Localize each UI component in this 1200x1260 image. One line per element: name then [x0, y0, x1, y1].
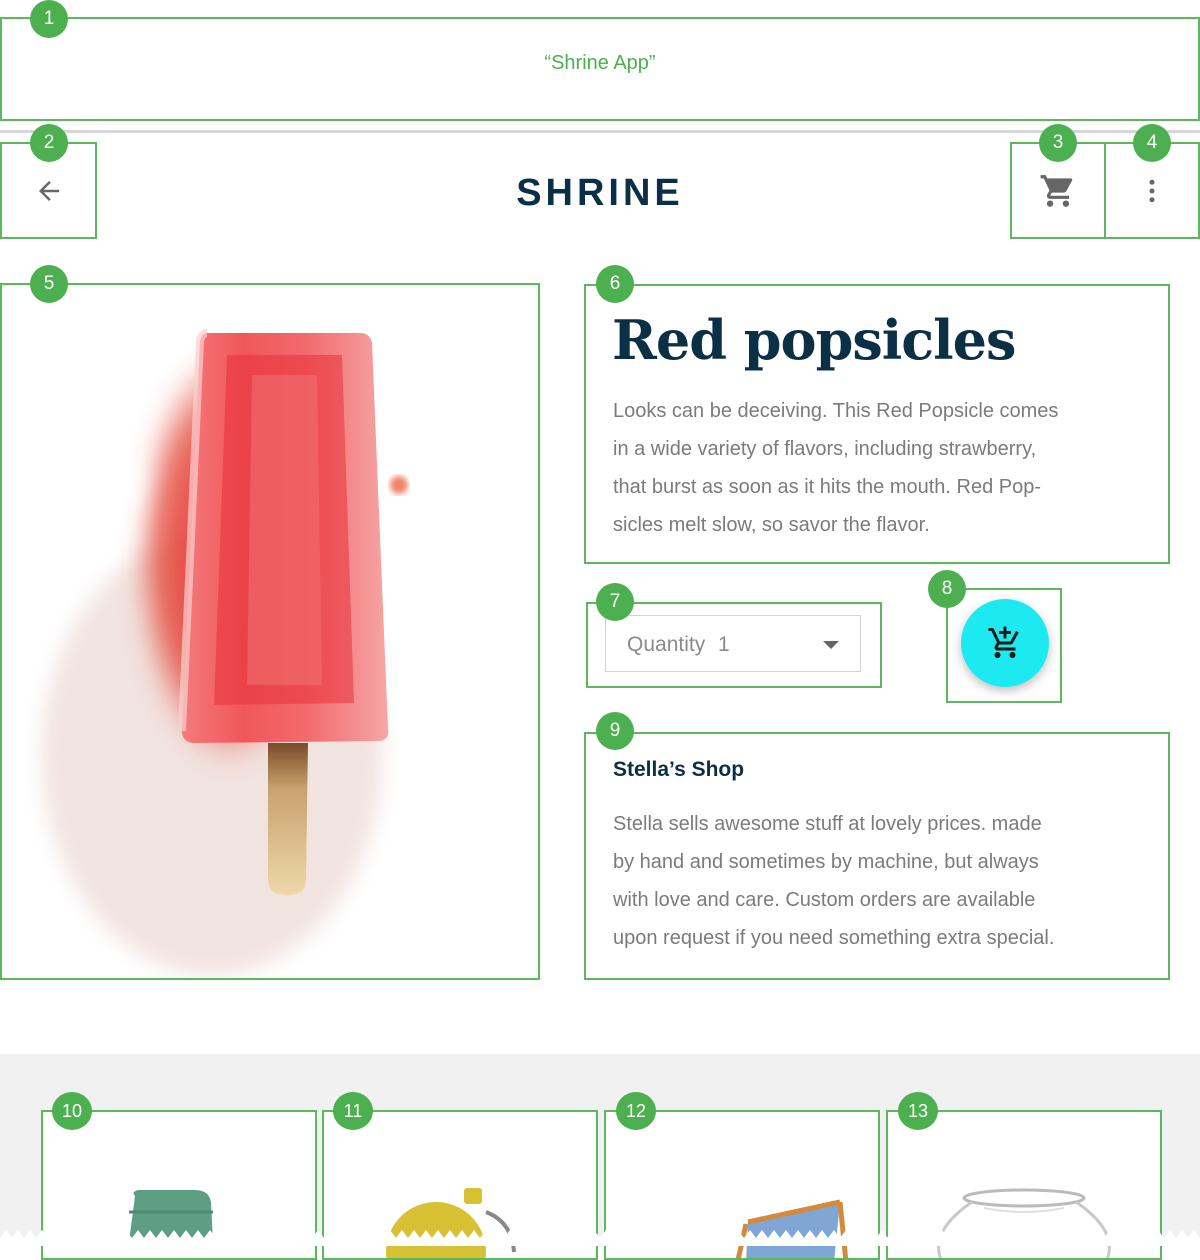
shop-description-line: with love and care. Custom orders are av… — [613, 889, 1036, 911]
product-description-line: sicles melt slow, so savor the flavor. — [613, 514, 930, 536]
annotation-badge-7: 7 — [596, 583, 634, 621]
annotation-badge-10: 10 — [52, 1092, 92, 1130]
annotation-badge-3: 3 — [1039, 124, 1077, 162]
torn-edge-decoration — [0, 1230, 1200, 1246]
popsicle-image — [2, 285, 538, 978]
product-title: Red popsicles — [612, 308, 1016, 372]
add-to-cart-button[interactable] — [961, 599, 1049, 687]
annotation-badge-1: 1 — [30, 0, 68, 38]
shopping-cart-icon — [1040, 174, 1073, 207]
annotation-badge-13: 13 — [898, 1092, 938, 1130]
annotation-badge-9: 9 — [596, 712, 634, 750]
shop-description-line: by hand and sometimes by machine, but al… — [613, 851, 1039, 873]
shop-name: Stella’s Shop — [613, 758, 745, 781]
annotation-badge-2: 2 — [30, 124, 68, 162]
annotation-badge-6: 6 — [596, 265, 634, 303]
annotation-badge-5: 5 — [30, 265, 68, 303]
more-vert-icon — [1149, 179, 1155, 202]
divider — [0, 130, 1200, 133]
product-image — [0, 283, 540, 980]
product-description-line: that burst as soon as it hits the mouth.… — [613, 476, 1042, 498]
quantity-dropdown[interactable]: Quantity 1 — [605, 615, 861, 672]
quantity-value: 1 — [718, 633, 730, 656]
product-description-line: in a wide variety of flavors, including … — [613, 438, 1037, 460]
annotation-badge-4: 4 — [1133, 124, 1171, 162]
quantity-label: Quantity — [627, 633, 706, 656]
annotation-badge-12: 12 — [616, 1092, 656, 1130]
dropdown-arrow-icon — [823, 641, 839, 649]
add-shopping-cart-icon — [988, 626, 1019, 658]
shop-description-line: upon request if you need something extra… — [613, 927, 1055, 949]
shop-description-line: Stella sells awesome stuff at lovely pri… — [613, 813, 1042, 835]
annotation-badge-11: 11 — [333, 1092, 373, 1130]
product-description-line: Looks can be deceiving. This Red Popsicl… — [613, 400, 1059, 422]
window-title: “Shrine App” — [544, 52, 656, 74]
annotation-badge-8: 8 — [928, 570, 966, 608]
